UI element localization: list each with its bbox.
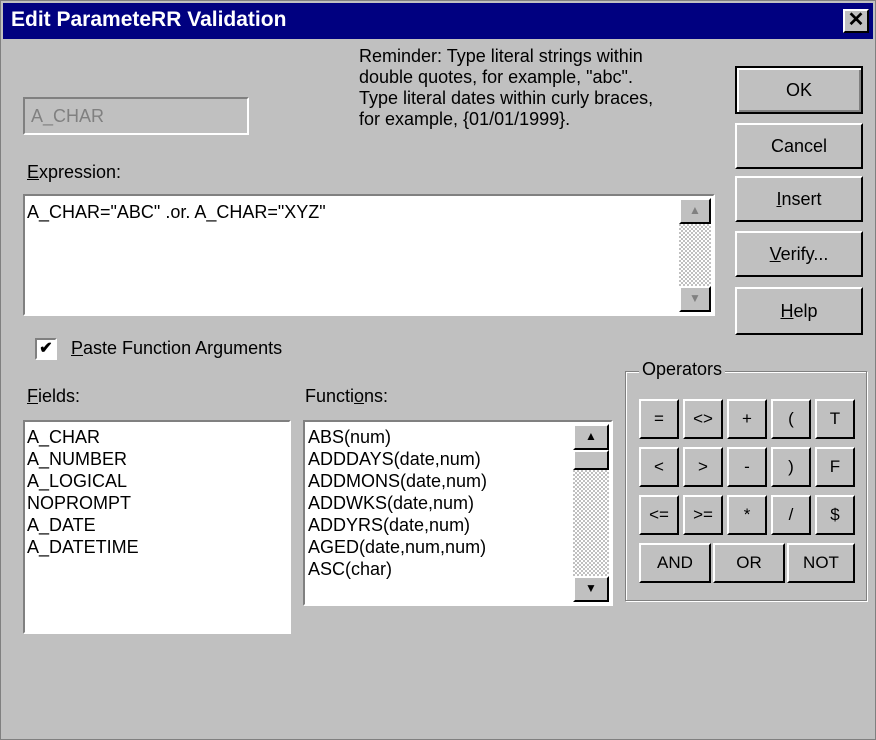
scroll-down-icon: ▼: [585, 581, 597, 595]
expression-scroll-down-button[interactable]: ▼: [679, 286, 711, 312]
operator-dollar-button[interactable]: $: [815, 495, 855, 535]
expression-value: A_CHAR="ABC" .or. A_CHAR="XYZ": [27, 202, 326, 222]
parameter-name-value: A_CHAR: [31, 106, 105, 126]
operator-less-than-button[interactable]: <: [639, 447, 679, 487]
list-item[interactable]: ABS(num): [308, 426, 487, 448]
expression-label: Expression:: [27, 162, 121, 183]
operators-group-title: Operators: [639, 359, 726, 380]
close-icon: ✕: [847, 9, 865, 31]
expression-label-text: xpression:: [39, 162, 122, 182]
operator-not-button[interactable]: NOT: [787, 543, 855, 583]
window-title: Edit ParameteRR Validation: [11, 8, 287, 31]
operator-greater-than-button[interactable]: >: [683, 447, 723, 487]
edit-parameter-validation-dialog: Edit ParameteRR Validation ✕ A_CHAR Remi…: [0, 0, 876, 740]
list-item[interactable]: A_DATE: [27, 514, 289, 536]
expression-scroll-up-button[interactable]: ▲: [679, 198, 711, 224]
scroll-up-icon: ▲: [689, 203, 701, 217]
fields-label-text: ields:: [38, 386, 81, 406]
functions-scroll-thumb[interactable]: [573, 450, 609, 470]
list-item[interactable]: A_CHAR: [27, 426, 289, 448]
list-item[interactable]: NOPROMPT: [27, 492, 289, 514]
reminder-line-2: double quotes, for example, "abc".: [359, 67, 633, 87]
operator-minus-button[interactable]: -: [727, 447, 767, 487]
functions-scroll-down-button[interactable]: ▼: [573, 576, 609, 602]
operator-false-button[interactable]: F: [815, 447, 855, 487]
checkbox-box[interactable]: ✔: [35, 338, 57, 360]
functions-label-mnemonic: o: [354, 386, 365, 406]
reminder-line-3: Type literal dates within curly braces,: [359, 88, 654, 108]
reminder-line-1: Reminder: Type literal strings within: [359, 46, 643, 66]
operator-multiply-button[interactable]: *: [727, 495, 767, 535]
operator-true-button[interactable]: T: [815, 399, 855, 439]
functions-list[interactable]: ABS(num) ADDDAYS(date,num) ADDMONS(date,…: [303, 420, 613, 606]
insert-button[interactable]: Insert: [735, 176, 863, 222]
list-item[interactable]: A_LOGICAL: [27, 470, 289, 492]
insert-button-label: nsert: [781, 189, 822, 209]
functions-label-post: ns:: [364, 386, 389, 406]
operator-not-equals-button[interactable]: <>: [683, 399, 723, 439]
paste-label-mnemonic: P: [71, 338, 84, 358]
operator-plus-button[interactable]: +: [727, 399, 767, 439]
fields-list[interactable]: A_CHAR A_NUMBER A_LOGICAL NOPROMPT A_DAT…: [23, 420, 291, 634]
scroll-down-icon: ▼: [689, 291, 701, 305]
expression-textarea[interactable]: A_CHAR="ABC" .or. A_CHAR="XYZ" ▲ ▼: [23, 194, 715, 316]
expression-scrollbar[interactable]: ▲ ▼: [679, 198, 711, 312]
operator-close-paren-button[interactable]: ): [771, 447, 811, 487]
list-item[interactable]: A_DATETIME: [27, 536, 289, 558]
list-item[interactable]: ADDDAYS(date,num): [308, 448, 487, 470]
help-button-mnemonic: H: [780, 301, 794, 321]
ok-button-label: OK: [785, 80, 812, 100]
check-icon: ✔: [39, 340, 53, 357]
fields-label: Fields:: [27, 386, 80, 407]
parameter-name-field: A_CHAR: [23, 97, 249, 135]
list-item[interactable]: ADDWKS(date,num): [308, 492, 487, 514]
functions-label-pre: Functi: [305, 386, 355, 406]
list-item[interactable]: ASC(char): [308, 558, 487, 580]
functions-scrollbar[interactable]: ▲ ▼: [573, 424, 609, 602]
title-bar[interactable]: Edit ParameteRR Validation ✕: [3, 3, 873, 39]
verify-button-label: erify...: [780, 244, 829, 264]
paste-function-arguments-label: Paste Function Arguments: [71, 338, 282, 359]
expression-label-mnemonic: E: [27, 162, 40, 182]
list-item[interactable]: ADDMONS(date,num): [308, 470, 487, 492]
reminder-line-4: for example, {01/01/1999}.: [359, 109, 571, 129]
cancel-button[interactable]: Cancel: [735, 123, 863, 169]
list-item[interactable]: ADDYRS(date,num): [308, 514, 487, 536]
fields-label-mnemonic: F: [27, 386, 38, 406]
close-button[interactable]: ✕: [843, 9, 869, 33]
verify-button-mnemonic: V: [769, 244, 781, 264]
operator-and-button[interactable]: AND: [639, 543, 711, 583]
reminder-text: Reminder: Type literal strings within do…: [359, 46, 653, 130]
operator-less-equal-button[interactable]: <=: [639, 495, 679, 535]
operator-or-button[interactable]: OR: [713, 543, 785, 583]
help-button-label: elp: [793, 301, 818, 321]
operator-equals-button[interactable]: =: [639, 399, 679, 439]
list-item[interactable]: A_NUMBER: [27, 448, 289, 470]
paste-label-text: aste Function Arguments: [83, 338, 283, 358]
verify-button[interactable]: Verify...: [735, 231, 863, 277]
operator-open-paren-button[interactable]: (: [771, 399, 811, 439]
operator-greater-equal-button[interactable]: >=: [683, 495, 723, 535]
scroll-up-icon: ▲: [585, 429, 597, 443]
functions-scroll-up-button[interactable]: ▲: [573, 424, 609, 450]
ok-button[interactable]: OK: [735, 66, 863, 114]
functions-label: Functions:: [305, 386, 388, 407]
operator-divide-button[interactable]: /: [771, 495, 811, 535]
list-item[interactable]: AGED(date,num,num): [308, 536, 487, 558]
cancel-button-label: Cancel: [770, 136, 828, 156]
help-button[interactable]: Help: [735, 287, 863, 335]
functions-items: ABS(num) ADDDAYS(date,num) ADDMONS(date,…: [308, 426, 487, 580]
